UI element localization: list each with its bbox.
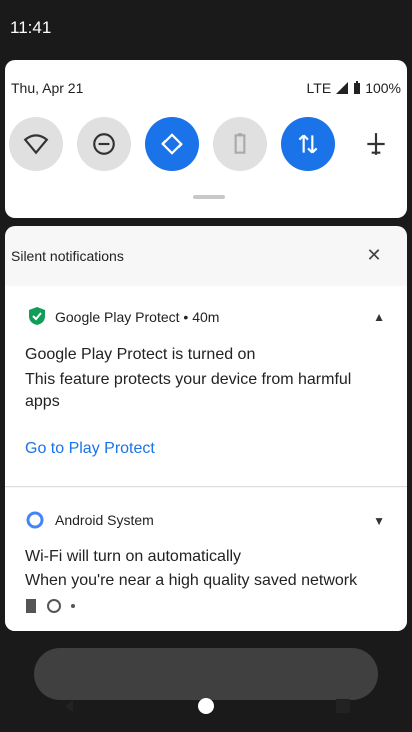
qs-tiles bbox=[9, 117, 403, 171]
dot-icon bbox=[71, 604, 75, 608]
notification-text: When you're near a high quality saved ne… bbox=[25, 572, 358, 589]
notification-title: Google Play Protect is turned on bbox=[25, 346, 256, 363]
android-system-icon bbox=[26, 511, 44, 529]
mobile-data-tile[interactable] bbox=[281, 117, 335, 171]
signal-icon bbox=[336, 82, 349, 94]
network-type: LTE bbox=[306, 80, 332, 96]
airplane-mode-tile[interactable] bbox=[349, 117, 403, 171]
battery-saver-tile[interactable] bbox=[213, 117, 267, 171]
auto-rotate-icon bbox=[161, 133, 183, 155]
sync-icon bbox=[47, 599, 61, 613]
battery-saver-icon bbox=[234, 133, 246, 154]
notification-text: This feature protects your device from h… bbox=[25, 371, 352, 410]
chevron-down-icon[interactable]: ▼ bbox=[373, 514, 385, 528]
notification-panel: Silent notifications ✕ Google Play Prote… bbox=[5, 226, 407, 631]
divider bbox=[5, 486, 407, 487]
airplane-icon bbox=[367, 133, 385, 155]
qs-date: Thu, Apr 21 bbox=[11, 80, 84, 96]
silent-title: Silent notifications bbox=[11, 248, 124, 264]
shield-icon bbox=[29, 307, 45, 325]
recents-icon[interactable] bbox=[333, 696, 353, 716]
close-icon[interactable]: ✕ bbox=[365, 246, 383, 264]
go-to-play-protect-button[interactable]: Go to Play Protect bbox=[25, 440, 155, 458]
wifi-tile[interactable] bbox=[9, 117, 63, 171]
chevron-up-icon[interactable]: ▲ bbox=[373, 310, 385, 324]
panel-footer-icons bbox=[24, 598, 76, 614]
navigation-bar bbox=[0, 680, 412, 732]
quick-settings-panel: Thu, Apr 21 LTE 100% bbox=[5, 60, 407, 218]
notification-title: Wi-Fi will turn on automatically bbox=[25, 548, 242, 565]
notification-app-name: Android System bbox=[55, 512, 154, 528]
battery-icon bbox=[354, 81, 361, 94]
do-not-disturb-tile[interactable] bbox=[77, 117, 131, 171]
auto-rotate-tile[interactable] bbox=[145, 117, 199, 171]
qs-status: LTE 100% bbox=[307, 80, 401, 96]
silent-header: Silent notifications ✕ bbox=[5, 226, 407, 286]
wifi-icon bbox=[23, 134, 49, 155]
mobile-data-icon bbox=[298, 134, 318, 154]
notification-play-protect[interactable]: Google Play Protect • 40m ▲ Google Play … bbox=[5, 286, 407, 486]
status-time: 11:41 bbox=[10, 18, 52, 37]
drag-handle[interactable] bbox=[193, 195, 225, 199]
sim-icon bbox=[26, 599, 36, 613]
back-icon[interactable] bbox=[59, 696, 79, 716]
do-not-disturb-icon bbox=[93, 133, 115, 155]
battery-percent: 100% bbox=[365, 80, 401, 96]
home-icon[interactable] bbox=[196, 696, 216, 716]
notification-app-name: Google Play Protect • 40m bbox=[55, 309, 220, 325]
